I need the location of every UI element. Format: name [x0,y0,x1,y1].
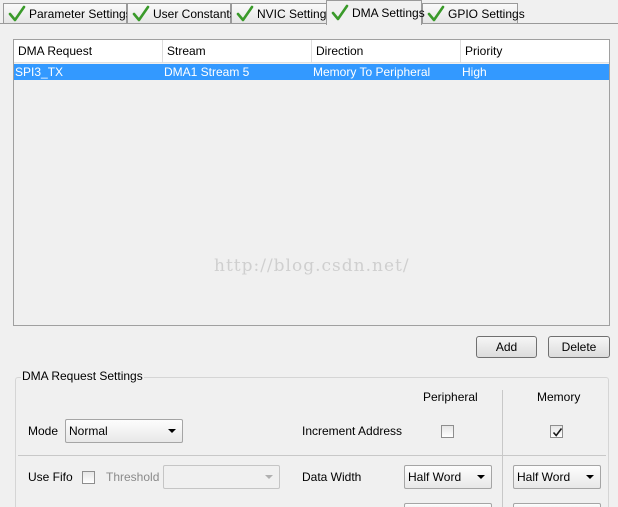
row-divider [18,455,606,456]
dma-request-table: DMA Request Stream Direction Priority SP… [13,39,610,326]
peripheral-data-width-select[interactable]: Half Word [404,465,492,489]
tab-label: Parameter Settings [29,7,132,21]
increment-address-label: Increment Address [302,424,403,438]
column-header-direction[interactable]: Direction [312,40,461,63]
column-header-stream[interactable]: Stream [163,40,312,63]
tab-label: DMA Settings [352,6,425,20]
memory-data-width-select[interactable]: Half Word [513,465,601,489]
tab-gpio-settings[interactable]: GPIO Settings [422,3,525,24]
tab-nvic-settings[interactable]: NVIC Settings [231,3,332,24]
delete-button[interactable]: Delete [548,336,610,358]
chevron-down-icon [168,429,176,433]
threshold-label: Threshold [106,470,160,484]
cell-dma-request: SPI3_TX [15,65,64,79]
tab-label: NVIC Settings [257,7,333,21]
tab-dma-settings[interactable]: DMA Settings [326,0,425,25]
cell-stream: DMA1 Stream 5 [164,65,250,79]
check-icon [236,5,254,22]
use-fifo-checkbox[interactable] [82,471,95,484]
check-icon [132,5,150,22]
chevron-down-icon [477,475,485,479]
memory-column-header: Memory [537,390,581,404]
group-title: DMA Request Settings [21,369,144,383]
tab-user-constants[interactable]: User Constants [127,3,236,24]
check-icon [427,5,445,22]
mode-label: Mode [28,424,59,438]
column-divider [502,390,503,507]
mode-select[interactable]: Normal [65,419,183,443]
tab-bar: Parameter Settings User Constants NVIC S… [0,0,618,25]
chevron-down-icon [265,475,273,479]
cell-direction: Memory To Peripheral [313,65,431,79]
peripheral-column-header: Peripheral [423,390,478,404]
checkmark-icon [552,428,563,437]
column-header-dma-request[interactable]: DMA Request [14,40,163,63]
mode-select-value: Normal [69,424,108,438]
memory-increment-checkbox[interactable] [550,425,563,438]
table-row[interactable]: SPI3_TX DMA1 Stream 5 Memory To Peripher… [14,64,609,80]
tab-parameter-settings[interactable]: Parameter Settings [3,3,132,24]
peripheral-increment-checkbox[interactable] [441,425,454,438]
tab-label: GPIO Settings [448,7,525,21]
use-fifo-label: Use Fifo [28,470,73,484]
cell-priority: High [462,65,487,79]
add-button[interactable]: Add [476,336,537,358]
peripheral-extra-select[interactable] [404,503,492,507]
watermark-text: http://blog.csdn.net/ [214,256,410,276]
tab-label: User Constants [153,7,236,21]
check-icon [8,5,26,22]
memory-data-width-value: Half Word [517,470,571,484]
column-header-priority[interactable]: Priority [461,40,609,63]
table-header: DMA Request Stream Direction Priority [14,40,609,63]
memory-extra-select[interactable] [513,503,601,507]
check-icon [331,4,349,21]
chevron-down-icon [586,475,594,479]
threshold-select[interactable] [163,465,280,489]
peripheral-data-width-value: Half Word [408,470,462,484]
data-width-label: Data Width [302,470,362,484]
